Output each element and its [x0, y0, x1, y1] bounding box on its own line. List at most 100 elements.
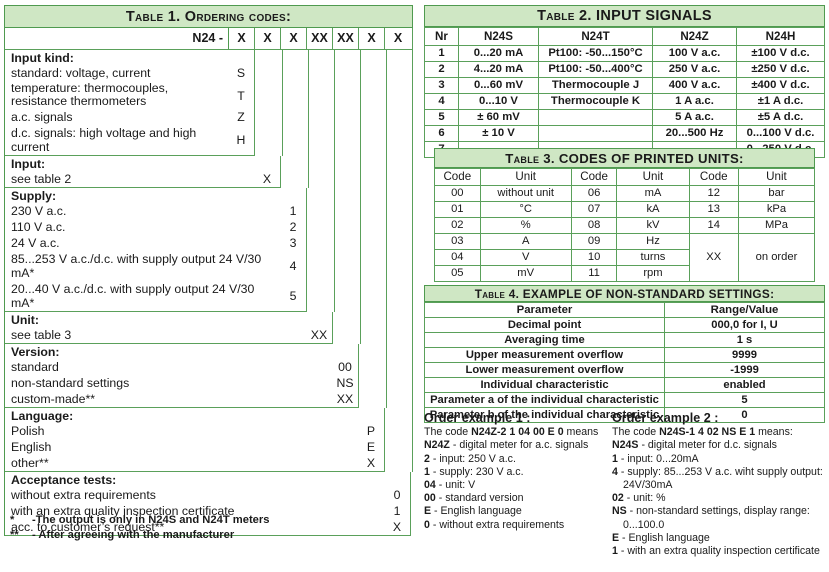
option-row[interactable]: non-standard settings NS: [5, 375, 358, 391]
example-text: - English language: [431, 505, 522, 518]
option-label: 85...253 V a.c./d.c. with supply output …: [11, 252, 262, 280]
option-code: X: [366, 456, 376, 470]
example-line: 0...100.0: [612, 519, 827, 532]
table-2-cell: Thermocouple K: [538, 93, 653, 110]
example-text: - with an extra quality inspection certi…: [617, 545, 820, 558]
option-label: a.c. signals: [11, 110, 73, 124]
table-4-cell: Individual characteristic: [424, 377, 665, 393]
option-row[interactable]: a.c. signals Z: [5, 109, 254, 125]
table-4-body: Decimal point 000,0 for I, U Averaging tim…: [424, 317, 825, 423]
option-row[interactable]: standard: voltage, current S: [5, 65, 254, 81]
option-label: 110 V a.c.: [11, 220, 66, 234]
table-3-cell: 06: [570, 185, 618, 202]
table-4-cell: Averaging time: [424, 332, 665, 348]
example-code: N24Z: [424, 439, 450, 452]
table-3-header-cell: Code: [434, 168, 481, 186]
footnote-text: - After agreeing with the manufacturer: [32, 529, 235, 541]
table-1-section: Version: standard 00 non-standard settings N…: [4, 344, 413, 408]
option-row[interactable]: English E: [5, 439, 384, 455]
table-4-header-cell: Range/Value: [664, 302, 825, 318]
option-code: S: [236, 66, 246, 80]
table-2-input-signals: Table 2. INPUT SIGNALS Nr N24S N24T N24Z N24…: [424, 5, 825, 158]
option-row[interactable]: d.c. signals: high voltage and high curr…: [5, 125, 254, 155]
section-heading: Language:: [11, 409, 74, 423]
option-label: 20...40 V a.c./d.c. with supply output 2…: [11, 282, 255, 310]
intro-code: N24S-1 4 02 NS E 1: [659, 426, 756, 439]
table-3-cell: A: [479, 233, 572, 250]
column-guide: [387, 156, 413, 188]
order-example-2-heading: Order example 2 :: [612, 411, 719, 425]
table-3-cell: mV: [479, 265, 572, 282]
option-row[interactable]: 230 V a.c. 1: [5, 203, 306, 219]
example-text: - unit: V: [435, 479, 476, 492]
option-row[interactable]: other** X: [5, 455, 384, 471]
table-2-cell: 6: [424, 125, 459, 142]
table-row: 01 °C 07 kA 13 kPa: [434, 201, 816, 218]
table-row: 4 0...10 V Thermocouple K1 A a.c. ±1 A d.c.: [424, 93, 825, 110]
example-line: NS - non-standard settings, display rang…: [612, 505, 827, 518]
table-2-cell: ±250 V d.c.: [736, 61, 825, 78]
option-row[interactable]: standard 00: [5, 359, 358, 375]
option-code: 3: [289, 236, 297, 250]
option-label: see table 3: [11, 328, 72, 342]
section-body: Version: standard 00 non-standard settings N…: [5, 344, 359, 408]
example-line: 1 - input: 0...20mA: [612, 453, 827, 466]
section-body: Unit: see table 3 XX: [5, 312, 333, 344]
option-row[interactable]: 20...40 V a.c./d.c. with supply output 2…: [5, 281, 306, 311]
table-3-cell: bar: [737, 185, 816, 202]
option-label: 24 V a.c.: [11, 236, 60, 250]
table-2-cell: 400 V a.c.: [652, 77, 737, 94]
example-text: - digital meter for d.c. signals: [638, 439, 777, 452]
column-guide: [309, 156, 335, 188]
example-text: - without extra requirements: [429, 518, 565, 531]
example-line: N24S - digital meter for d.c. signals: [612, 439, 827, 452]
table-4-cell: Decimal point: [424, 317, 665, 333]
table-1-ordering-codes: Table 1. Ordering codes: N24 - X X X XX …: [4, 5, 413, 541]
intro-suffix: means: [563, 426, 599, 439]
table-2-header-cell: N24H: [736, 27, 825, 46]
option-row[interactable]: temperature: thermocouples, resistance th…: [5, 81, 254, 109]
table-2-cell: 5: [424, 109, 459, 126]
table-row: 3 0...60 mV Thermocouple J 400 V a.c. ±400 V…: [424, 77, 825, 94]
section-body: Input kind: standard: voltage, current Ste…: [5, 50, 255, 156]
table-2-cell: 5 A a.c.: [652, 109, 737, 126]
table-2-cell: 0...20 mA: [458, 45, 539, 62]
section-heading: Unit:: [11, 313, 39, 327]
column-guide: [335, 188, 361, 312]
section-body: Input: see table 2 X: [5, 156, 281, 188]
option-row[interactable]: 110 V a.c. 2: [5, 219, 306, 235]
option-row[interactable]: without extra requirements 0: [5, 487, 410, 503]
option-row[interactable]: see table 3 XX: [5, 327, 332, 343]
example-text: - unit: %: [623, 492, 666, 505]
table-3-cell: 12: [688, 185, 739, 202]
column-guides: [361, 344, 413, 408]
table-row: Individual characteristic enabled: [424, 377, 825, 393]
example-line: N24Z - digital meter for a.c. signals: [424, 439, 609, 452]
table-3-printed-units: Table 3. CODES OF PRINTED UNITS: Code Uni…: [434, 148, 816, 282]
example-line: 04 - unit: V: [424, 479, 609, 492]
table-1-sections: Input kind: standard: voltage, current Ste…: [4, 50, 413, 536]
option-code: 5: [289, 289, 297, 303]
column-guide: [257, 50, 283, 156]
option-label: English: [11, 440, 52, 454]
table-3-merged-unit: on order: [737, 233, 816, 282]
example-code: N24S: [612, 439, 639, 452]
table-3-cell: V: [479, 249, 572, 266]
table-3-cell: rpm: [616, 265, 690, 282]
table-2-header-cell: N24T: [538, 27, 653, 46]
table-3-cell: kV: [616, 217, 690, 234]
option-row[interactable]: Polish P: [5, 423, 384, 439]
table-3-cell: 11: [570, 265, 618, 282]
option-row[interactable]: 24 V a.c. 3: [5, 235, 306, 251]
table-2-cell: 0...100 V d.c.: [736, 125, 825, 142]
option-code: XX: [336, 392, 354, 406]
option-row[interactable]: see table 2 X: [5, 171, 280, 187]
option-row[interactable]: 85...253 V a.c./d.c. with supply output …: [5, 251, 306, 281]
table-3-cell: Hz: [616, 233, 690, 250]
code-col-6: X: [359, 28, 385, 49]
column-guides: [309, 188, 413, 312]
option-label: temperature: thermocouples, resistance th…: [11, 81, 169, 108]
column-guide: [283, 50, 309, 156]
option-code: 2: [289, 220, 297, 234]
option-row[interactable]: custom-made** XX: [5, 391, 358, 407]
